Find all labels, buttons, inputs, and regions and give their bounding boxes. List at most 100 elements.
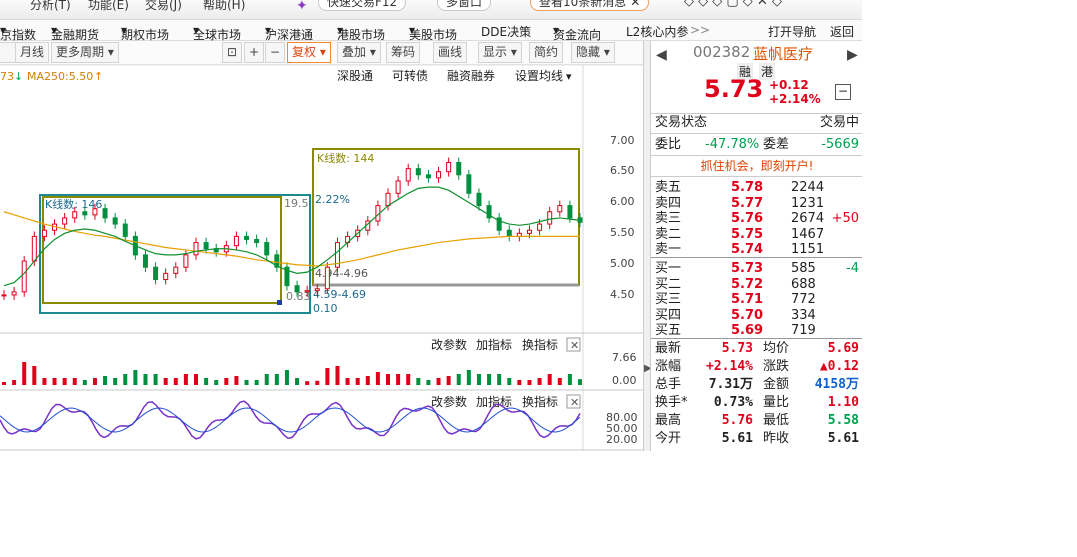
news-notice-button[interactable]: 查看10条新消息 ✕	[530, 0, 650, 11]
overlay-dropdown[interactable]: 叠加 ▾	[337, 42, 381, 63]
kline-chart-svg[interactable]: 73 ↓ MA250:5.50 ↑ 深股通 可转债 融资融券 设置均线 ▾ 7.…	[0, 64, 643, 451]
price-change: +0.12	[769, 78, 809, 92]
bid-level-price: 5.72	[731, 276, 764, 292]
menu-market-9[interactable]: L2核心内参	[626, 23, 688, 40]
volume-series	[2, 362, 582, 385]
open-navigation-link[interactable]: 打开导航	[768, 23, 816, 40]
bid-level-row[interactable]: 买五 5.69 719	[655, 323, 861, 339]
box-1-resize-handle[interactable]	[277, 300, 282, 305]
lock-icon[interactable]: ⊡	[222, 42, 243, 63]
volume-bar	[113, 378, 118, 385]
stat-label-right: 金额	[763, 377, 790, 392]
candle-body	[425, 174, 431, 179]
menu-market-2[interactable]: 期权市场 ▾	[121, 23, 169, 42]
ask-level-row[interactable]: 卖四 5.77 1231	[655, 196, 861, 212]
menu-market-8[interactable]: 资金流向 ▾	[553, 23, 601, 42]
bid-level-row[interactable]: 买四 5.70 334	[655, 308, 861, 324]
candle-body	[446, 161, 452, 173]
back-link[interactable]: 返回	[830, 23, 854, 40]
quick-trade-button[interactable]: 快速交易F12	[318, 0, 407, 11]
menu-functions[interactable]: 功能(E)	[88, 0, 129, 13]
hide-dropdown[interactable]: 隐藏 ▾	[571, 42, 615, 63]
stat-label-right: 昨收	[763, 431, 790, 446]
shenzhen-link[interactable]: 深股通	[337, 69, 373, 83]
price-tick-1: 6.50	[610, 164, 635, 177]
bid-level-label: 买五	[655, 323, 682, 338]
menu-trade[interactable]: 交易(J)	[145, 0, 182, 13]
volume-bar	[214, 380, 219, 385]
open-account-promo[interactable]: 抓住机会，即刻开户!	[651, 157, 862, 174]
stat-value-right: 1.10	[827, 395, 859, 410]
display-dropdown[interactable]: 显示 ▾	[478, 42, 522, 63]
ma-settings-link[interactable]: 设置均线	[515, 69, 563, 83]
menu-market-0[interactable]: 京指数 ▾	[0, 23, 36, 42]
collapse-quote-icon[interactable]: −	[835, 84, 851, 100]
menu-market-5[interactable]: 港股市场 ▾	[337, 23, 385, 42]
volume-bar	[92, 378, 97, 385]
volume-bar	[466, 370, 471, 385]
osc-switch-indicator-link[interactable]: 换指标	[522, 394, 558, 409]
ask-level-row[interactable]: 卖三 5.76 2674 +50	[655, 211, 861, 227]
ma-settings-dropdown-icon[interactable]: ▾	[566, 70, 572, 83]
panel-splitter[interactable]: ▶	[643, 41, 652, 451]
range-box-1-inner[interactable]	[42, 196, 282, 304]
range-box-2[interactable]	[312, 148, 580, 286]
menu-market-6[interactable]: 美股市场 ▾	[409, 23, 457, 42]
volume-bar	[335, 366, 340, 385]
month-period-button[interactable]: 月线	[15, 42, 50, 63]
candle-body	[506, 229, 512, 237]
zoom-out-icon[interactable]: −	[265, 42, 286, 63]
menu-more-chevron[interactable]: >>	[690, 23, 710, 37]
vol-add-indicator-link[interactable]: 加指标	[476, 337, 512, 352]
window-controls-icon[interactable]: ◇ ◇ ◇ ▢ ◇ ✕ ◇	[684, 0, 782, 9]
trading-app: 分析(T) 功能(E) 交易(J) 帮助(H) ✦ 快速交易F12 多窗口 查看…	[0, 0, 862, 451]
stat-row: 最新 5.73 均价 5.69	[655, 341, 861, 357]
bid-level-row[interactable]: 买二 5.72 688	[655, 277, 861, 293]
stock-name[interactable]: 蓝帆医疗	[753, 43, 813, 64]
volume-bar	[244, 380, 249, 385]
overlay-label: 叠加	[342, 45, 367, 59]
osc-params-link[interactable]: 改参数	[431, 394, 467, 409]
vol-params-link[interactable]: 改参数	[431, 337, 467, 352]
volume-bar	[476, 374, 481, 385]
menu-analysis[interactable]: 分析(T)	[30, 0, 71, 13]
multi-window-button[interactable]: 多窗口	[437, 0, 492, 11]
range-box-1-outer[interactable]	[39, 194, 311, 314]
candle-body	[385, 192, 391, 207]
menu-market-4[interactable]: 沪深港通 ▾	[265, 23, 313, 42]
more-periods-dropdown[interactable]: 更多周期 ▾	[51, 42, 119, 63]
margin-link[interactable]: 融资融券	[447, 68, 495, 83]
ask-level-label: 卖二	[655, 226, 682, 242]
menu-market-7[interactable]: DDE决策	[481, 23, 531, 40]
convertible-link[interactable]: 可转债	[392, 68, 428, 83]
menu-market-1[interactable]: 金融期货 ▾	[51, 23, 99, 42]
volume-tick-0: 7.66	[612, 351, 637, 364]
chips-button[interactable]: 筹码	[386, 42, 421, 63]
ask-level-row[interactable]: 卖二 5.75 1467	[655, 227, 861, 243]
candle-body	[102, 208, 108, 219]
candle-body	[31, 235, 37, 262]
simple-mode-button[interactable]: 简约	[529, 42, 564, 63]
vol-switch-indicator-link[interactable]: 换指标	[522, 337, 558, 352]
menu-market-3[interactable]: 全球市场 ▾	[193, 23, 241, 42]
zoom-in-icon[interactable]: +	[244, 42, 265, 63]
bid-level-row[interactable]: 买一 5.73 585 -4	[655, 261, 861, 277]
candle-body	[466, 174, 472, 194]
reset-rights-dropdown[interactable]: 复权 ▾	[287, 42, 331, 63]
bid-level-row[interactable]: 买三 5.71 772	[655, 292, 861, 308]
volume-bar	[517, 380, 522, 385]
volume-bar	[163, 378, 168, 385]
ask-level-row[interactable]: 卖一 5.74 1151	[655, 242, 861, 258]
quote-divider-1	[651, 113, 862, 114]
volume-bar	[194, 374, 198, 385]
next-stock-icon[interactable]: ▶	[847, 47, 858, 63]
chart-area[interactable]: 73 ↓ MA250:5.50 ↑ 深股通 可转债 融资融券 设置均线 ▾ 7.…	[0, 64, 643, 451]
prev-stock-icon[interactable]: ◀	[656, 47, 667, 63]
close-icon[interactable]: ✕	[630, 0, 640, 9]
bid-level-label: 买四	[655, 307, 682, 323]
bid-level-price: 5.70	[731, 307, 764, 323]
draw-line-button[interactable]: 画线	[433, 42, 468, 63]
ask-level-row[interactable]: 卖五 5.78 2244	[655, 180, 861, 196]
volume-bar	[204, 378, 209, 385]
menu-help[interactable]: 帮助(H)	[203, 0, 245, 13]
